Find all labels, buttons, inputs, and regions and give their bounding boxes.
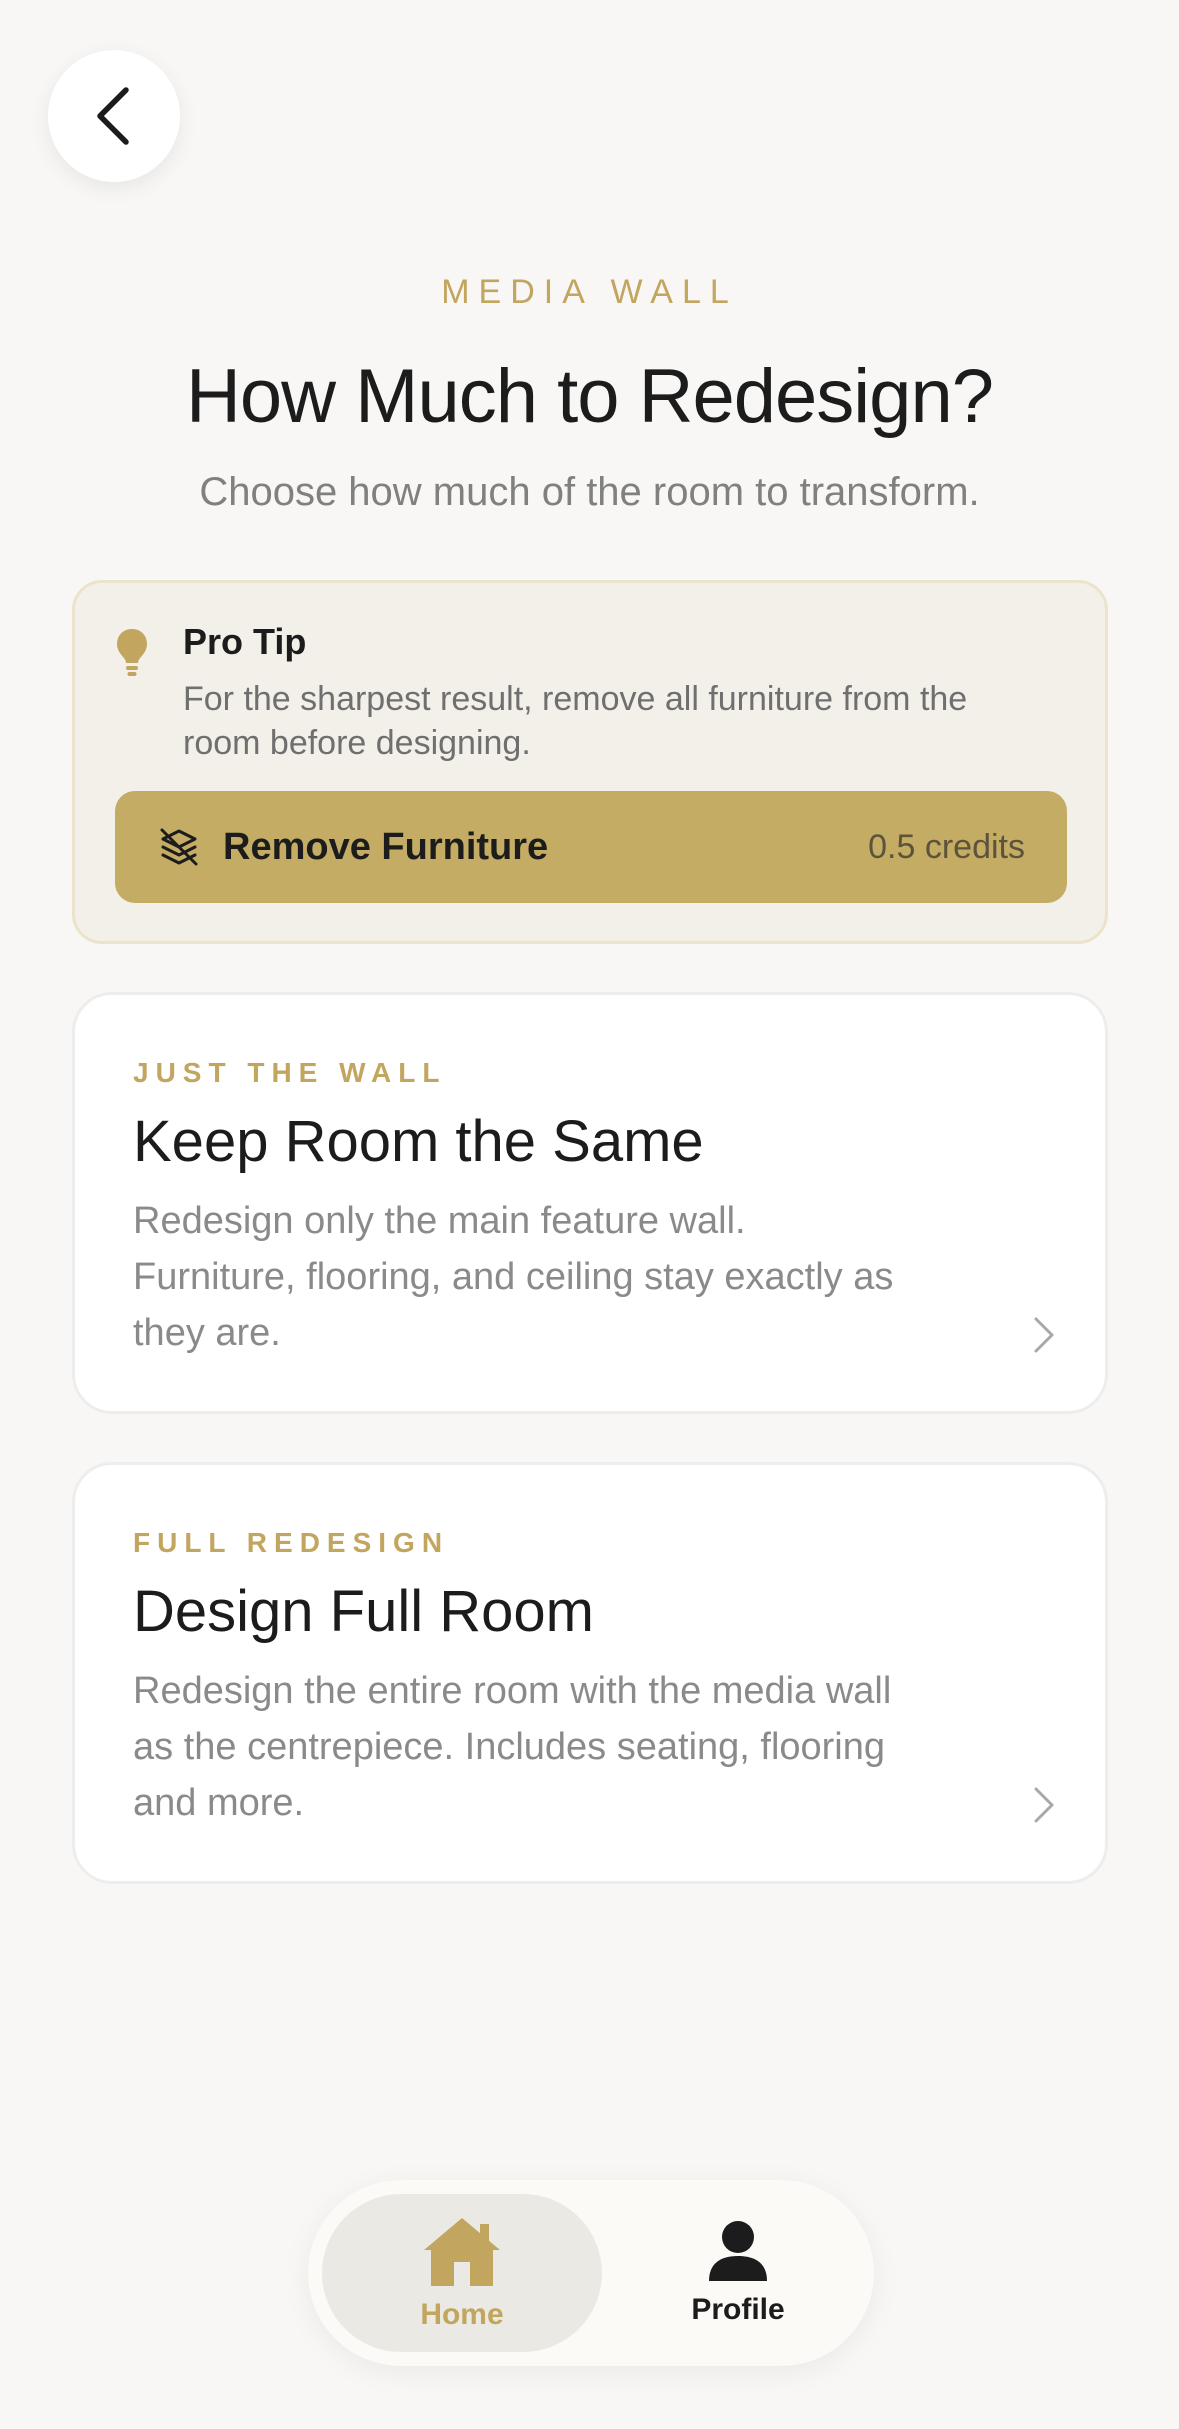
chevron-left-icon — [97, 87, 129, 145]
option-description: Redesign only the main feature wall. Fur… — [133, 1200, 894, 1354]
home-icon — [424, 2218, 500, 2286]
chevron-right-icon — [1034, 1317, 1054, 1353]
bottom-tab-bar: Home Profile — [308, 2180, 874, 2366]
credits-cost: 0.5 credits — [868, 827, 1025, 866]
option-description: Redesign the entire room with the media … — [133, 1670, 892, 1824]
option-title: Design Full Room — [133, 1579, 594, 1644]
back-button[interactable] — [48, 50, 180, 182]
pro-tip-card: Pro Tip For the sharpest result, remove … — [72, 580, 1108, 944]
tab-home-label: Home — [420, 2298, 504, 2331]
option-keep-room-card[interactable]: JUST THE WALL Keep Room the Same Redesig… — [72, 992, 1108, 1414]
layers-off-icon — [160, 828, 198, 866]
option-full-room-card[interactable]: FULL REDESIGN Design Full Room Redesign … — [72, 1462, 1108, 1884]
person-icon — [709, 2221, 767, 2281]
tab-profile-label: Profile — [691, 2293, 785, 2326]
page-subtitle: Choose how much of the room to transform… — [199, 470, 980, 514]
option-eyebrow: FULL REDESIGN — [133, 1527, 450, 1558]
chevron-right-icon — [1034, 1787, 1054, 1823]
lightbulb-icon — [117, 629, 147, 676]
remove-furniture-button[interactable]: Remove Furniture 0.5 credits — [115, 791, 1067, 903]
option-title: Keep Room the Same — [133, 1109, 704, 1174]
option-eyebrow: JUST THE WALL — [133, 1057, 447, 1088]
tab-home[interactable]: Home — [322, 2194, 602, 2352]
remove-furniture-label: Remove Furniture — [223, 825, 549, 868]
section-eyebrow: MEDIA WALL — [441, 273, 738, 311]
tip-text: For the sharpest result, remove all furn… — [183, 680, 968, 762]
page-header: MEDIA WALL How Much to Redesign? Choose … — [0, 272, 1179, 516]
tip-title: Pro Tip — [183, 621, 307, 662]
tab-profile[interactable]: Profile — [618, 2194, 858, 2352]
page-title: How Much to Redesign? — [186, 354, 994, 439]
redesign-scope-screen: MEDIA WALL How Much to Redesign? Choose … — [0, 0, 1179, 2429]
